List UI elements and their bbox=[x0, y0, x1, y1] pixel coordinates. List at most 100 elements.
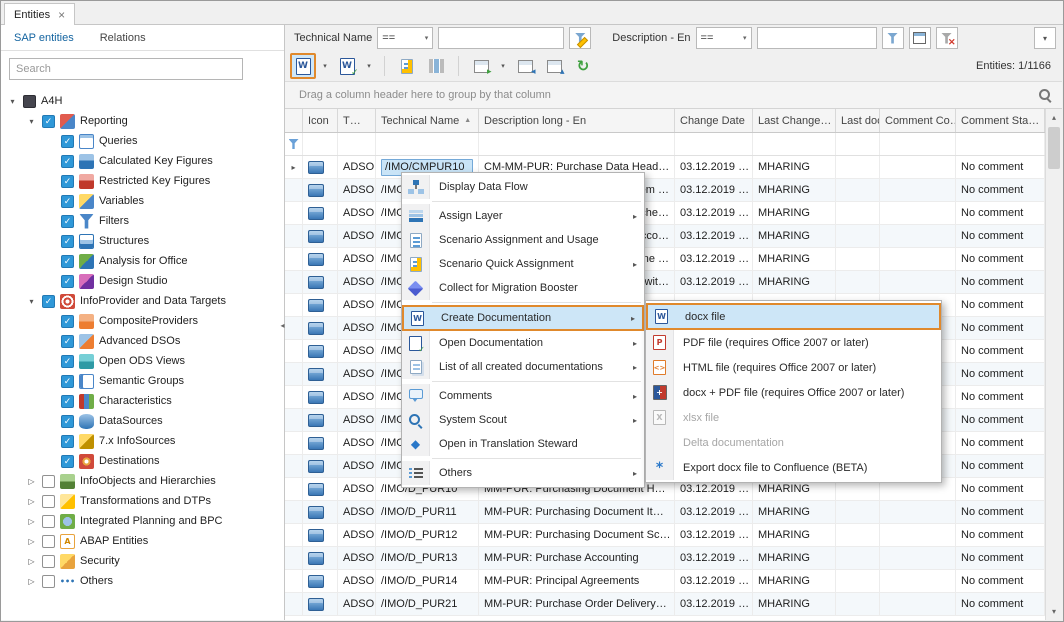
description-filter-button[interactable] bbox=[882, 27, 904, 49]
tree-item-integrated-planning-and-bpc[interactable]: ▷Integrated Planning and BPC bbox=[1, 511, 283, 531]
menu-item-scenario-quick-assignment[interactable]: Scenario Quick Assignment▸ bbox=[402, 252, 644, 276]
cell-comment-status[interactable]: No comment bbox=[956, 570, 1045, 592]
cell-change-date[interactable]: 03.12.2019 … bbox=[675, 202, 753, 224]
cell-last-doc[interactable] bbox=[836, 202, 880, 224]
menu-item-pdf-file-requires-office-2007-or-later[interactable]: PPDF file (requires Office 2007 or later… bbox=[646, 330, 941, 355]
checkbox-checked[interactable]: ✓ bbox=[42, 295, 55, 308]
cell-comment-count[interactable] bbox=[880, 593, 956, 615]
cell-comment-count[interactable] bbox=[880, 179, 956, 201]
expand-toggle-icon[interactable]: ▷ bbox=[26, 477, 37, 486]
cell-last-doc[interactable] bbox=[836, 225, 880, 247]
filter-panel-button[interactable] bbox=[909, 27, 931, 49]
cell-type[interactable]: ADSO bbox=[338, 547, 376, 569]
cell-icon[interactable] bbox=[303, 179, 338, 201]
cell-comment-count[interactable] bbox=[880, 547, 956, 569]
row-indicator[interactable] bbox=[285, 593, 303, 615]
menu-item-collect-for-migration-booster[interactable]: Collect for Migration Booster bbox=[402, 276, 644, 300]
checkbox-checked[interactable]: ✓ bbox=[61, 235, 74, 248]
group-by-panel[interactable]: Drag a column header here to group by th… bbox=[285, 81, 1062, 109]
vertical-scrollbar[interactable]: ▴ ▾ bbox=[1045, 109, 1062, 620]
cell-icon[interactable] bbox=[303, 363, 338, 385]
checkbox-unchecked[interactable] bbox=[42, 555, 55, 568]
checkbox-checked[interactable]: ✓ bbox=[61, 255, 74, 268]
expand-toggle-icon[interactable]: ▷ bbox=[26, 577, 37, 586]
row-indicator[interactable] bbox=[285, 455, 303, 477]
technical-name-filter-edit-button[interactable] bbox=[569, 27, 591, 49]
scroll-up-button[interactable]: ▴ bbox=[1046, 109, 1062, 126]
row-indicator[interactable] bbox=[285, 478, 303, 500]
cell-last-changed-by[interactable]: MHARING bbox=[753, 248, 836, 270]
row-indicator[interactable] bbox=[285, 432, 303, 454]
cell-comment-status[interactable]: No comment bbox=[956, 317, 1045, 339]
tree-item-security[interactable]: ▷Security bbox=[1, 551, 283, 571]
upload-grid-button[interactable] bbox=[541, 53, 567, 79]
cell-last-doc[interactable] bbox=[836, 524, 880, 546]
cell-icon[interactable] bbox=[303, 455, 338, 477]
checkbox-checked[interactable]: ✓ bbox=[61, 275, 74, 288]
cell-type[interactable]: ADSO bbox=[338, 386, 376, 408]
menu-item-list-of-all-created-documentations[interactable]: List of all created documentations▸ bbox=[402, 355, 644, 379]
menu-item-assign-layer[interactable]: Assign Layer▸ bbox=[402, 204, 644, 228]
row-indicator[interactable] bbox=[285, 570, 303, 592]
menu-item-html-file-requires-office-2007-or-later[interactable]: <>HTML file (requires Office 2007 or lat… bbox=[646, 355, 941, 380]
technical-name-operator-combo[interactable]: == ▾ bbox=[377, 27, 433, 49]
cell-comment-status[interactable]: No comment bbox=[956, 409, 1045, 431]
cell-comment-status[interactable]: No comment bbox=[956, 248, 1045, 270]
filter-row-indicator[interactable] bbox=[285, 133, 303, 155]
cell-icon[interactable] bbox=[303, 547, 338, 569]
filter-cell-technical-name[interactable] bbox=[376, 133, 479, 155]
menu-item-create-documentation[interactable]: WCreate Documentation▸ bbox=[402, 305, 644, 331]
cell-type[interactable]: ADSO bbox=[338, 570, 376, 592]
table-row[interactable]: ADSO/IMOAcco…03.12.2019 …MHARINGNo comme… bbox=[285, 225, 1045, 248]
cell-comment-count[interactable] bbox=[880, 248, 956, 270]
row-indicator[interactable]: ▸ bbox=[285, 156, 303, 178]
tree-item-open-ods-views[interactable]: ✓Open ODS Views bbox=[1, 351, 283, 371]
checkbox-checked[interactable]: ✓ bbox=[61, 315, 74, 328]
column-header-comment-co[interactable]: Comment Co… bbox=[880, 109, 956, 132]
tree-item-7-x-infosources[interactable]: ✓7.x InfoSources bbox=[1, 431, 283, 451]
cell-icon[interactable] bbox=[303, 340, 338, 362]
checkbox-checked[interactable]: ✓ bbox=[61, 195, 74, 208]
cell-description[interactable]: MM-PUR: Purchasing Document Sc… bbox=[479, 524, 675, 546]
filter-cell-last-doc[interactable] bbox=[836, 133, 880, 155]
cell-comment-status[interactable]: No comment bbox=[956, 524, 1045, 546]
search-input[interactable] bbox=[9, 58, 243, 80]
menu-item-docx-pdf-file-requires-office-2007-or-later[interactable]: +docx + PDF file (requires Office 2007 o… bbox=[646, 380, 941, 405]
open-documentation-button[interactable]: W bbox=[334, 53, 360, 79]
cell-comment-status[interactable]: No comment bbox=[956, 593, 1045, 615]
expand-toggle-icon[interactable]: ▷ bbox=[26, 517, 37, 526]
cell-type[interactable]: ADSO bbox=[338, 501, 376, 523]
menu-item-export-docx-file-to-confluence-beta[interactable]: *Export docx file to Confluence (BETA) bbox=[646, 455, 941, 480]
cell-change-date[interactable]: 03.12.2019 … bbox=[675, 225, 753, 247]
cell-type[interactable]: ADSO bbox=[338, 340, 376, 362]
cell-type[interactable]: ADSO bbox=[338, 156, 376, 178]
cell-last-doc[interactable] bbox=[836, 570, 880, 592]
table-row[interactable]: ADSO/IMOLine …03.12.2019 …MHARINGNo comm… bbox=[285, 248, 1045, 271]
checkbox-checked[interactable]: ✓ bbox=[61, 435, 74, 448]
tree-item-calculated-key-figures[interactable]: ✓Calculated Key Figures bbox=[1, 151, 283, 171]
tree-item-variables[interactable]: ✓Variables bbox=[1, 191, 283, 211]
cell-change-date[interactable]: 03.12.2019 … bbox=[675, 156, 753, 178]
checkbox-checked[interactable]: ✓ bbox=[61, 175, 74, 188]
cell-comment-status[interactable]: No comment bbox=[956, 547, 1045, 569]
cell-type[interactable]: ADSO bbox=[338, 225, 376, 247]
clear-filter-button[interactable] bbox=[936, 27, 958, 49]
row-indicator[interactable] bbox=[285, 248, 303, 270]
tab-relations[interactable]: Relations bbox=[87, 25, 159, 50]
cell-change-date[interactable]: 03.12.2019 … bbox=[675, 501, 753, 523]
tree-item-destinations[interactable]: ✓Destinations bbox=[1, 451, 283, 471]
create-documentation-dropdown[interactable]: ▾ bbox=[319, 54, 331, 78]
cell-icon[interactable] bbox=[303, 501, 338, 523]
cell-comment-status[interactable]: No comment bbox=[956, 363, 1045, 385]
cell-type[interactable]: ADSO bbox=[338, 248, 376, 270]
checkbox-checked[interactable]: ✓ bbox=[42, 115, 55, 128]
export-list-button[interactable] bbox=[468, 53, 494, 79]
checkbox-unchecked[interactable] bbox=[42, 475, 55, 488]
cell-technical-name[interactable]: /IMO/D_PUR14 bbox=[376, 570, 479, 592]
row-indicator[interactable] bbox=[285, 363, 303, 385]
tree-item-infoobjects-and-hierarchies[interactable]: ▷InfoObjects and Hierarchies bbox=[1, 471, 283, 491]
cell-comment-status[interactable]: No comment bbox=[956, 386, 1045, 408]
cell-last-changed-by[interactable]: MHARING bbox=[753, 547, 836, 569]
checkbox-checked[interactable]: ✓ bbox=[61, 135, 74, 148]
toolbar-options-button[interactable]: ▾ bbox=[1034, 27, 1056, 49]
